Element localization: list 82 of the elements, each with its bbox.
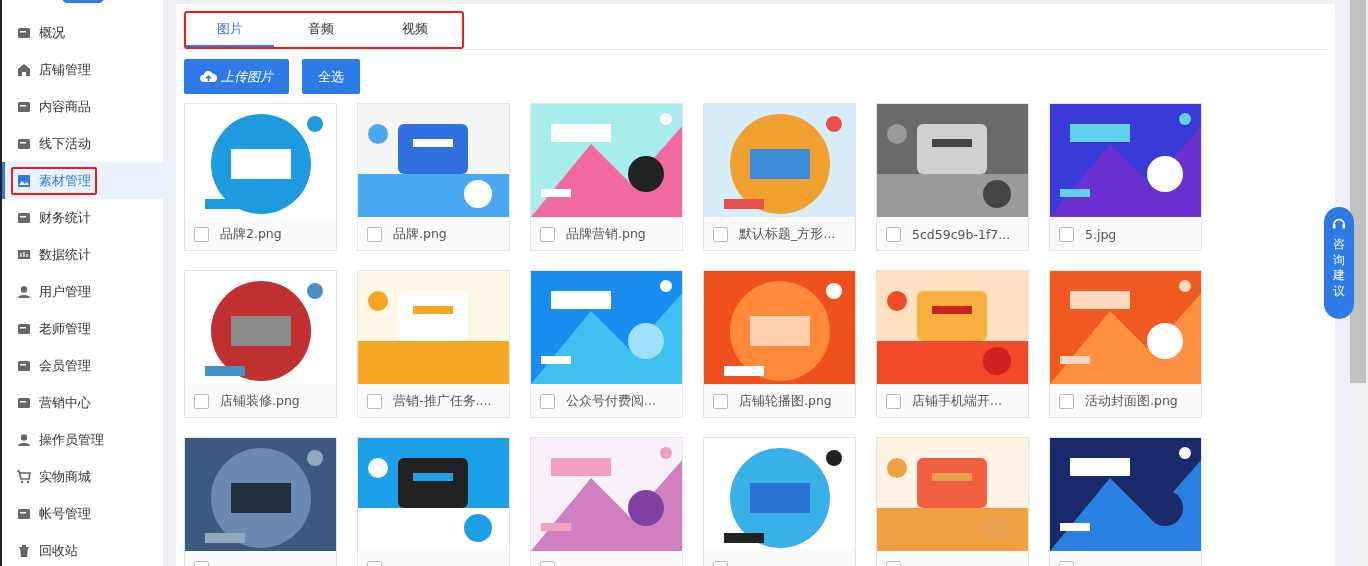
sidebar-label: 内容商品 [39,97,91,116]
sidebar-item[interactable]: 实物商城 [2,458,163,495]
image-card[interactable]: 品牌.png [357,103,510,251]
image-card[interactable]: 店铺手机端开... [876,270,1029,418]
image-card[interactable]: 默认标题_方形... [703,103,856,251]
sidebar-item[interactable]: 会员管理 [2,347,163,384]
sidebar-item[interactable]: 数据统计 [2,236,163,273]
checkbox[interactable] [886,393,901,409]
tab[interactable]: 图片 [186,13,274,47]
image-card[interactable]: 店铺装修.png [184,270,337,418]
sidebar-label: 概况 [39,23,65,42]
checkbox[interactable] [540,393,555,409]
upload-button[interactable]: 上传图片 [184,59,289,94]
sidebar-item[interactable]: 用户管理 [2,273,163,310]
sidebar-item[interactable]: 操作员管理 [2,421,163,458]
sidebar-label: 财务统计 [39,208,91,227]
checkbox[interactable] [1059,393,1074,409]
sidebar-item[interactable]: 帐号管理 [2,495,163,532]
trash-icon [17,543,31,558]
house-icon [17,62,31,77]
cart-icon [17,469,31,484]
image-card[interactable]: 品牌营销.png [530,103,683,251]
image-card[interactable]: 5cd59c9b-1f7... [876,103,1029,251]
bar-chart-icon [17,247,31,262]
file-name: 店铺装修.png [220,392,300,410]
tab[interactable]: 音频 [274,13,368,47]
checkbox[interactable] [194,226,209,242]
checkbox[interactable] [713,393,728,409]
sidebar-label: 线下活动 [39,134,91,153]
cloud-upload-icon [200,70,217,83]
file-name: 活动封面图.png [1085,392,1178,410]
image-card[interactable]: 营销-推广任务.... [357,270,510,418]
file-name: 5.jpg [1085,226,1117,242]
file-name: 默认标题_方形... [739,225,836,243]
sidebar-item[interactable]: 内容商品 [2,88,163,125]
scrollbar[interactable] [1350,0,1366,566]
sidebar-item[interactable]: 素材管理 [2,162,163,199]
sidebar-label: 帐号管理 [39,504,91,523]
file-name: 店铺手机端开... [912,392,1002,410]
sidebar-label: 素材管理 [39,171,91,190]
person-icon [17,284,31,299]
file-name: 营销-推广任务.... [393,392,492,410]
checkbox[interactable] [367,393,382,409]
checkbox[interactable] [367,226,382,242]
sidebar-item[interactable]: 营销中心 [2,384,163,421]
sidebar-label: 店铺管理 [39,60,91,79]
checkbox[interactable] [886,226,901,242]
feedback-button[interactable]: 咨询建议 [1324,207,1354,319]
checkbox[interactable] [540,226,555,242]
image-card[interactable]: 5.jpg [1049,103,1202,251]
checkbox[interactable] [713,226,728,242]
sidebar-item[interactable]: 概况 [2,14,163,51]
file-name: 店铺轮播图.png [739,392,832,410]
sidebar-label: 数据统计 [39,245,91,264]
sidebar-item[interactable]: 店铺管理 [2,51,163,88]
headset-icon [1332,217,1346,231]
checkbox[interactable] [194,393,209,409]
image-icon [17,173,31,188]
file-name: 品牌2.png [220,225,282,243]
file-name: 品牌.png [393,225,447,243]
sidebar-item[interactable]: 线下活动 [2,125,163,162]
sidebar-item[interactable]: 财务统计 [2,199,163,236]
image-card[interactable]: 活动封面图.png [1049,270,1202,418]
sidebar-label: 营销中心 [39,393,91,412]
sidebar-label: 实物商城 [39,467,91,486]
sidebar-label: 老师管理 [39,319,91,338]
sidebar-item[interactable]: 老师管理 [2,310,163,347]
select-all-button[interactable]: 全选 [302,59,360,94]
sidebar-label: 会员管理 [39,356,91,375]
checkbox[interactable] [1059,226,1074,242]
image-card[interactable]: 品牌2.png [184,103,337,251]
file-name: 公众号付费阅... [566,392,656,410]
sidebar-label: 操作员管理 [39,430,104,449]
file-name: 5cd59c9b-1f7... [912,226,1011,242]
scroll-thumb[interactable] [1350,0,1366,383]
image-card[interactable]: 公众号付费阅... [530,270,683,418]
file-name: 品牌营销.png [566,225,646,243]
tab[interactable]: 视频 [368,13,462,47]
sidebar-label: 用户管理 [39,282,91,301]
sidebar-item[interactable]: 回收站 [2,532,163,566]
sidebar-label: 回收站 [39,541,78,560]
image-card[interactable]: 店铺轮播图.png [703,270,856,418]
